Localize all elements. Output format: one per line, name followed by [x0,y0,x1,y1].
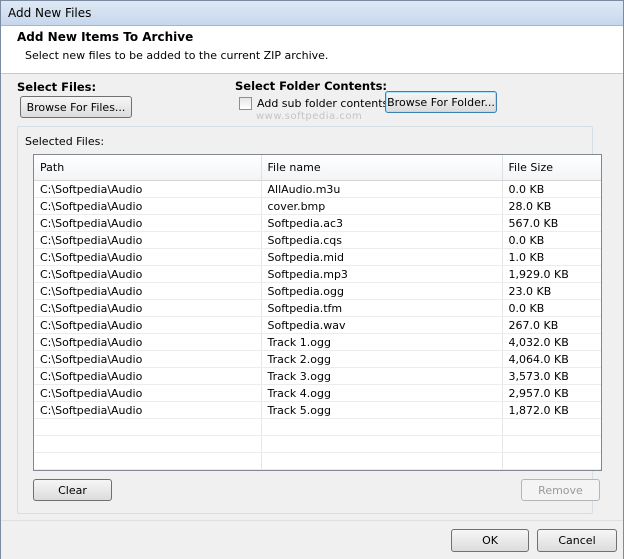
path-cell: C:\Softpedia\Audio [34,367,262,385]
table-row[interactable]: C:\Softpedia\Audio Softpedia.cqs 0.0 KB [34,231,601,249]
empty-cell [502,418,601,436]
file-name-cell: Track 1.ogg [261,333,503,351]
table-row[interactable]: C:\Softpedia\Audio AllAudio.m3u 0.0 KB [34,180,601,198]
path-cell: C:\Softpedia\Audio [34,299,262,317]
window-title: Add New Files [1,1,623,26]
header-title: Add New Items To Archive [17,30,194,44]
path-cell: C:\Softpedia\Audio [34,333,262,351]
file-name-cell: AllAudio.m3u [261,180,503,198]
table-row[interactable]: C:\Softpedia\Audio Track 5.ogg 1,872.0 KB [34,401,601,419]
selected-files-list[interactable]: Path File name File Size C:\Softpedia\Au… [33,154,602,471]
path-cell: C:\Softpedia\Audio [34,384,262,402]
file-rows: C:\Softpedia\Audio AllAudio.m3u 0.0 KB C:\S… [34,180,601,470]
ok-button[interactable]: OK [451,529,529,552]
header-subtitle: Select new files to be added to the curr… [25,49,329,62]
add-sub-folder-checkbox-row[interactable]: Add sub folder contents [239,96,388,110]
file-size-cell: 4,032.0 KB [502,333,601,351]
file-name-cell: Softpedia.wav [261,316,503,334]
empty-cell [261,418,503,436]
table-row[interactable]: C:\Softpedia\Audio Track 4.ogg 2,957.0 KB [34,384,601,402]
select-files-label: Select Files: [17,80,97,94]
table-row[interactable]: C:\Softpedia\Audio Softpedia.tfm 0.0 KB [34,299,601,317]
table-row[interactable]: C:\Softpedia\Audio Softpedia.ogg 23.0 KB [34,282,601,300]
file-size-cell: 1.0 KB [502,248,601,266]
file-size-cell: 1,872.0 KB [502,401,601,419]
path-cell: C:\Softpedia\Audio [34,316,262,334]
column-header-file-name[interactable]: File name [261,155,503,181]
file-size-cell: 0.0 KB [502,231,601,249]
dialog-header: Add New Items To Archive Select new file… [1,26,623,74]
empty-cell [502,452,601,470]
file-name-cell: Softpedia.mp3 [261,265,503,283]
table-row[interactable]: C:\Softpedia\Audio cover.bmp 28.0 KB [34,197,601,215]
file-size-cell: 0.0 KB [502,299,601,317]
path-cell: C:\Softpedia\Audio [34,350,262,368]
path-cell: C:\Softpedia\Audio [34,180,262,198]
empty-cell [34,418,262,436]
file-size-cell: 2,957.0 KB [502,384,601,402]
file-size-cell: 23.0 KB [502,282,601,300]
file-size-cell: 1,929.0 KB [502,265,601,283]
file-name-cell: Track 5.ogg [261,401,503,419]
file-name-cell: Track 2.ogg [261,350,503,368]
file-size-cell: 3,573.0 KB [502,367,601,385]
file-name-cell: Softpedia.ogg [261,282,503,300]
file-name-cell: Softpedia.ac3 [261,214,503,232]
clear-button[interactable]: Clear [33,479,112,501]
add-sub-folder-label: Add sub folder contents [257,96,389,110]
file-name-cell: Softpedia.tfm [261,299,503,317]
table-row[interactable]: C:\Softpedia\Audio Softpedia.mid 1.0 KB [34,248,601,266]
path-cell: C:\Softpedia\Audio [34,401,262,419]
table-header-row: Path File name File Size [34,155,601,181]
selected-files-table: Path File name File Size C:\Softpedia\Au… [34,155,601,470]
watermark: www.softpedia.com [256,111,363,122]
file-name-cell: Softpedia.mid [261,248,503,266]
table-row[interactable]: C:\Softpedia\Audio Track 3.ogg 3,573.0 KB [34,367,601,385]
empty-row [34,418,601,436]
empty-cell [261,435,503,453]
file-size-cell: 567.0 KB [502,214,601,232]
add-sub-folder-checkbox[interactable] [239,96,252,110]
empty-cell [34,452,262,470]
select-folder-contents-label: Select Folder Contents: [235,79,388,93]
file-name-cell: cover.bmp [261,197,503,215]
path-cell: C:\Softpedia\Audio [34,231,262,249]
remove-button[interactable]: Remove [521,479,600,501]
empty-cell [502,435,601,453]
path-cell: C:\Softpedia\Audio [34,214,262,232]
empty-cell [34,435,262,453]
file-size-cell: 28.0 KB [502,197,601,215]
table-row[interactable]: C:\Softpedia\Audio Track 2.ogg 4,064.0 KB [34,350,601,368]
column-header-path[interactable]: Path [34,155,262,181]
browse-for-folder-button[interactable]: Browse For Folder... [385,91,497,113]
selected-files-label: Selected Files: [23,135,107,148]
dialog-footer: OK Cancel [1,520,623,559]
table-row[interactable]: C:\Softpedia\Audio Softpedia.mp3 1,929.0 K… [34,265,601,283]
file-size-cell: 0.0 KB [502,180,601,198]
table-row[interactable]: C:\Softpedia\Audio Softpedia.wav 267.0 KB [34,316,601,334]
table-row[interactable]: C:\Softpedia\Audio Softpedia.ac3 567.0 KB [34,214,601,232]
empty-row [34,452,601,470]
file-name-cell: Softpedia.cqs [261,231,503,249]
browse-for-files-button[interactable]: Browse For Files... [20,96,132,118]
path-cell: C:\Softpedia\Audio [34,282,262,300]
file-name-cell: Track 4.ogg [261,384,503,402]
file-size-cell: 4,064.0 KB [502,350,601,368]
path-cell: C:\Softpedia\Audio [34,265,262,283]
file-name-cell: Track 3.ogg [261,367,503,385]
file-size-cell: 267.0 KB [502,316,601,334]
empty-cell [261,452,503,470]
table-row[interactable]: C:\Softpedia\Audio Track 1.ogg 4,032.0 KB [34,333,601,351]
path-cell: C:\Softpedia\Audio [34,197,262,215]
column-header-file-size[interactable]: File Size [502,155,601,181]
cancel-button[interactable]: Cancel [537,529,617,552]
path-cell: C:\Softpedia\Audio [34,248,262,266]
empty-row [34,435,601,453]
add-new-files-dialog: Add New Files Add New Items To Archive S… [0,0,624,559]
